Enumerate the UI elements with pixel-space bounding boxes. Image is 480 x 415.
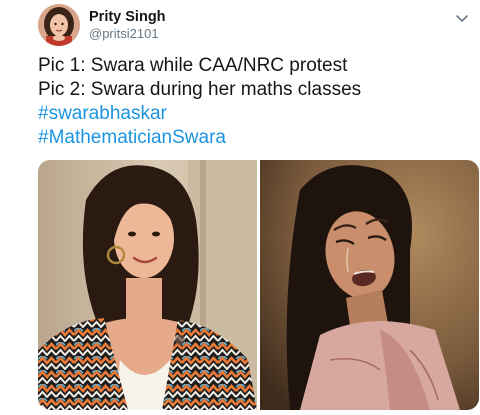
tweet-line-1: Pic 1: Swara while CAA/NRC protest	[38, 55, 348, 76]
hashtag-link[interactable]: #MathematicianSwara	[38, 126, 361, 150]
chevron-down-icon[interactable]	[456, 10, 468, 23]
tweet-text: Pic 1: Swara while CAA/NRC protest Pic 2…	[38, 54, 361, 150]
hashtag-link[interactable]: #swarabhaskar	[38, 102, 361, 126]
tweet-author: Prity Singh @pritsi2101	[89, 8, 166, 42]
display-name[interactable]: Prity Singh	[89, 8, 166, 26]
tweet-media	[38, 160, 479, 410]
tweet-line-2: Pic 2: Swara during her maths classes	[38, 79, 362, 100]
media-photo-2[interactable]	[260, 160, 479, 410]
user-handle[interactable]: @pritsi2101	[89, 26, 166, 42]
media-photo-1[interactable]	[38, 160, 257, 410]
tweet-card: Prity Singh @pritsi2101 Pic 1: Swara whi…	[0, 0, 480, 415]
photo-crying-woman-image	[260, 160, 479, 410]
avatar-image	[38, 4, 80, 46]
avatar[interactable]	[38, 4, 80, 46]
photo-smiling-woman-image	[38, 160, 257, 410]
